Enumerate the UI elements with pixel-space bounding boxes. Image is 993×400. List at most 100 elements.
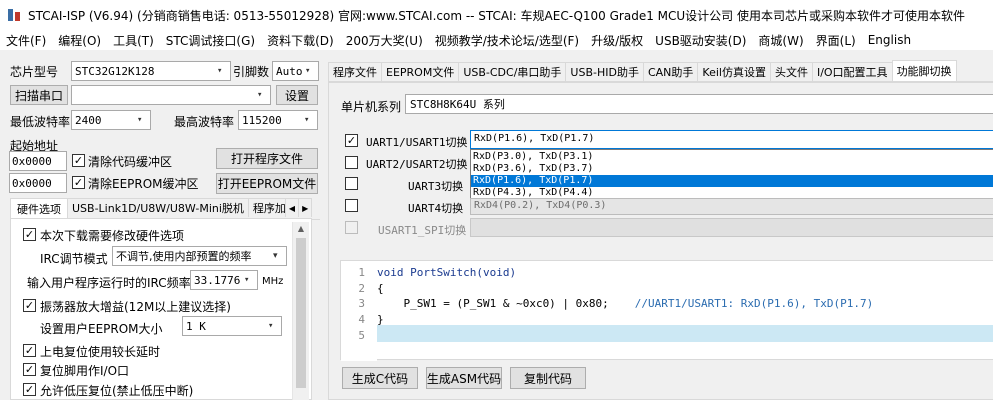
dropdown-option-selected[interactable]: RxD(P1.6), TxD(P1.7) <box>471 175 993 187</box>
min-baud-label: 最低波特率 <box>10 115 71 129</box>
menu-program[interactable]: 编程(O) <box>52 32 107 49</box>
generate-asm-button[interactable]: 生成ASM代码 <box>426 367 502 389</box>
title-bar: STCAI-ISP (V6.94) (分销商销售电话: 0513-5501292… <box>0 0 993 30</box>
max-baud-label: 最高波特率 <box>174 115 235 129</box>
scroll-up-icon[interactable]: ▲ <box>293 222 309 236</box>
dropdown-option[interactable]: RxD(P3.0), TxD(P3.1) <box>471 151 993 163</box>
chevron-down-icon: ▾ <box>305 66 311 76</box>
pin-count-select[interactable]: Auto ▾ <box>272 61 319 81</box>
low-volt-reset-checkbox[interactable]: ✓ <box>23 383 36 396</box>
line-number: 5 <box>358 329 365 342</box>
uart1-select[interactable]: RxD(P1.6), TxD(P1.7) <box>470 130 993 149</box>
menu-prize[interactable]: 200万大奖(U) <box>340 32 429 49</box>
irc-mode-select[interactable]: 不调节,使用内部预置的频率 ▾ <box>112 246 287 266</box>
open-eeprom-button[interactable]: 打开EEPROM文件 <box>216 173 318 194</box>
port-select[interactable]: ▾ <box>71 85 271 105</box>
uart1-checkbox[interactable]: ✓ <box>345 134 358 147</box>
menu-download[interactable]: 资料下载(D) <box>261 32 340 49</box>
chevron-down-icon: ▾ <box>217 66 223 76</box>
menu-debug[interactable]: STC调试接口(G) <box>160 32 261 49</box>
code-line: 2 { <box>341 281 993 297</box>
menu-view[interactable]: 界面(L) <box>810 32 862 49</box>
tab-io-config[interactable]: I/O口配置工具 <box>811 62 893 81</box>
uart1-dropdown-list: RxD(P3.0), TxD(P3.1) RxD(P3.6), TxD(P3.7… <box>470 149 993 199</box>
irc-mode-label: IRC调节模式 <box>40 252 108 266</box>
irc-freq-unit: MHz <box>262 276 284 287</box>
series-label: 单片机系列 <box>341 100 402 114</box>
code-line: 5 <box>341 328 993 344</box>
min-baud-select[interactable]: 2400 ▾ <box>71 110 151 130</box>
max-baud-select[interactable]: 115200 ▾ <box>238 110 318 130</box>
menu-video[interactable]: 视频教学/技术论坛/选型(F) <box>429 32 585 49</box>
uart4-label: UART4切换 <box>408 202 464 215</box>
app-icon <box>6 7 22 23</box>
tab-can[interactable]: CAN助手 <box>642 62 699 81</box>
pin-count-value: Auto <box>276 64 303 78</box>
clear-code-checkbox[interactable]: ✓ <box>72 154 85 167</box>
uart4-checkbox[interactable] <box>345 199 358 212</box>
tab-eeprom-file[interactable]: EEPROM文件 <box>381 62 460 81</box>
open-program-button[interactable]: 打开程序文件 <box>216 148 318 169</box>
osc-gain-checkbox[interactable]: ✓ <box>23 299 36 312</box>
menu-tools[interactable]: 工具(T) <box>107 32 160 49</box>
menu-usb-driver[interactable]: USB驱动安装(D) <box>649 32 752 49</box>
scroll-thumb[interactable] <box>296 238 306 388</box>
clear-eeprom-checkbox[interactable]: ✓ <box>72 176 85 189</box>
tab-scroll-left-icon[interactable]: ◀ <box>284 198 300 217</box>
options-scrollbar[interactable]: ▲ <box>292 222 309 400</box>
eeprom-size-value: 1 K <box>186 319 206 333</box>
tab-program-add[interactable]: 程序加 <box>247 198 286 217</box>
tab-pin-switch[interactable]: 功能脚切换 <box>891 60 957 81</box>
code-editor[interactable]: 1 void PortSwitch(void) 2 { 3 P_SW1 = (P… <box>340 260 993 361</box>
code-text: { <box>377 281 384 295</box>
tab-hardware[interactable]: 硬件选项 <box>10 198 68 219</box>
left-tabbar: 硬件选项 USB-Link1D/U8W/U8W-Mini脱机 程序加 ◀ ▶ <box>10 198 320 220</box>
addr-code-input[interactable]: 0x0000 <box>9 151 67 171</box>
uart2-label: UART2/USART2切换 <box>366 158 468 171</box>
series-field[interactable]: STC8H8K64U 系列 <box>405 94 993 114</box>
tab-usb-cdc[interactable]: USB-CDC/串口助手 <box>458 62 567 81</box>
scan-port-button[interactable]: 扫描串口 <box>10 85 68 105</box>
tab-keil[interactable]: Keil仿真设置 <box>697 62 771 81</box>
tab-usb-hid[interactable]: USB-HID助手 <box>565 62 644 81</box>
irc-freq-select[interactable]: 33.1776 ▾ <box>190 270 258 290</box>
menu-upgrade[interactable]: 升级/版权 <box>585 32 649 49</box>
line-number: 4 <box>358 312 365 326</box>
tab-program-file[interactable]: 程序文件 <box>328 62 382 81</box>
uart4-select[interactable]: RxD4(P0.2), TxD4(P0.3) <box>470 198 993 215</box>
line-number: 2 <box>358 281 365 295</box>
uart3-checkbox[interactable] <box>345 177 358 190</box>
chip-label: 芯片型号 <box>10 65 59 79</box>
uart3-label: UART3切换 <box>408 180 464 193</box>
irc-mode-value: 不调节,使用内部预置的频率 <box>116 250 252 263</box>
uart2-checkbox[interactable] <box>345 156 358 169</box>
tab-header-file[interactable]: 头文件 <box>769 62 813 81</box>
dropdown-option[interactable]: RxD(P3.6), TxD(P3.7) <box>471 163 993 175</box>
chip-select[interactable]: STC32G12K128 ▾ <box>71 61 231 81</box>
menu-file[interactable]: 文件(F) <box>0 32 52 49</box>
code-comment: //UART1/USART1: RxD(P1.6), TxD(P1.7) <box>634 297 874 310</box>
addr-eeprom-input[interactable]: 0x0000 <box>9 173 67 193</box>
min-baud-value: 2400 <box>75 113 102 127</box>
power-reset-checkbox[interactable]: ✓ <box>23 344 36 357</box>
tab-usb-link[interactable]: USB-Link1D/U8W/U8W-Mini脱机 <box>67 198 249 217</box>
generate-c-button[interactable]: 生成C代码 <box>342 367 418 389</box>
code-text: } <box>377 312 384 326</box>
low-volt-reset-label: 允许低压复位(禁止低压中断) <box>40 384 194 398</box>
code-line: 3 P_SW1 = (P_SW1 & ~0xc0) | 0x80; //UART… <box>341 296 993 312</box>
uart1-value: RxD(P1.6), TxD(P1.7) <box>474 133 595 144</box>
reset-io-checkbox[interactable]: ✓ <box>23 363 36 376</box>
menu-english[interactable]: English <box>862 33 917 47</box>
copy-code-button[interactable]: 复制代码 <box>510 367 586 389</box>
usart1-spi-checkbox <box>345 221 358 234</box>
settings-button[interactable]: 设置 <box>276 85 318 105</box>
irc-freq-value: 33.1776 <box>194 273 241 287</box>
tab-scroll-right-icon[interactable]: ▶ <box>298 198 313 217</box>
chevron-down-icon: ▾ <box>137 115 143 125</box>
menu-shop[interactable]: 商城(W) <box>752 32 809 49</box>
modify-hw-checkbox[interactable]: ✓ <box>23 228 36 241</box>
eeprom-size-select[interactable]: 1 K ▾ <box>182 316 282 336</box>
right-tabbar: 程序文件 EEPROM文件 USB-CDC/串口助手 USB-HID助手 CAN… <box>328 60 993 82</box>
usart1-spi-select <box>470 218 993 237</box>
